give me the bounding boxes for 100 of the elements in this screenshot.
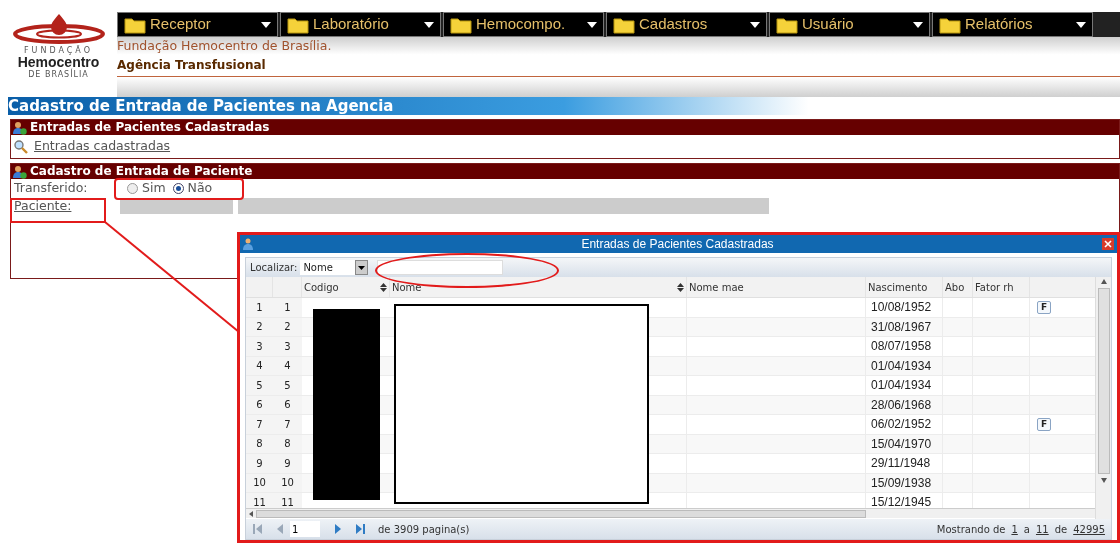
transferred-label: Transferido:	[14, 178, 89, 197]
table-cell-text: 8	[284, 437, 291, 452]
menu-item[interactable]: Usuário	[769, 12, 930, 37]
row-number: 7	[256, 417, 263, 432]
search-label: Localizar:	[250, 261, 298, 275]
panel-title: Entradas de Pacientes Cadastradas	[30, 120, 270, 135]
flag-badge[interactable]: F	[1037, 417, 1052, 431]
column-header[interactable]: Codigo	[304, 279, 380, 295]
next-page-icon[interactable]	[334, 524, 342, 534]
sort-icon	[677, 282, 684, 292]
column-header[interactable]: Fator rh	[975, 279, 1027, 295]
folder-icon	[124, 15, 146, 34]
row-number: 6	[256, 398, 263, 413]
up-arrow-icon	[1100, 279, 1107, 284]
caret-icon	[1076, 21, 1086, 28]
search-icon	[14, 139, 28, 154]
table-cell-text: 3	[284, 339, 291, 354]
menu-item[interactable]: Hemocompo.	[443, 12, 604, 37]
table-cell-text: 1	[284, 300, 291, 315]
table-cell-text: 9	[284, 456, 291, 471]
row-number: 9	[256, 456, 263, 471]
table-cell-text: 15/09/1938	[871, 474, 932, 492]
panel-title: Cadastro de Entrada de Paciente	[30, 164, 253, 179]
search-field[interactable]	[377, 260, 504, 275]
close-button[interactable]	[1102, 238, 1114, 250]
logo-tagline: FUNDAÇÃO	[24, 46, 93, 55]
column-header[interactable]: Nome	[392, 279, 677, 295]
search-by-select[interactable]: Nome	[300, 260, 369, 275]
record-count: de	[1054, 522, 1068, 537]
table-cell-text: 15/04/1970	[871, 435, 932, 453]
table-cell-text: 01/04/1934	[871, 377, 932, 395]
column-header[interactable]: Abo	[945, 279, 970, 295]
page-link[interactable]: 42995	[1073, 521, 1105, 537]
horizontal-scrollbar[interactable]	[246, 508, 1095, 518]
table-cell-text: 4	[284, 359, 291, 374]
folder-icon	[939, 15, 961, 34]
first-page-icon[interactable]	[252, 524, 262, 534]
table-cell-text: 29/11/1948	[871, 455, 931, 473]
page-field[interactable]: 1	[290, 521, 320, 537]
table-cell-text: 08/07/1958	[871, 338, 932, 356]
menu-item[interactable]: Laboratório	[280, 12, 441, 37]
registered-entries-link[interactable]: Entradas cadastradas	[34, 137, 171, 156]
radio-label: Sim	[142, 178, 166, 197]
page-title: Cadastro de Entrada de Pacientes na Agencia	[8, 97, 394, 115]
column-header[interactable]: Nascimento	[868, 279, 940, 295]
table-cell-text: 10/08/1952	[871, 299, 932, 317]
caret-icon	[261, 21, 271, 28]
unit-name: Agência Transfusional	[117, 57, 267, 74]
user-icon	[13, 164, 27, 179]
user-icon	[243, 238, 253, 250]
organization-name: Fundação Hemocentro de Brasília.	[117, 37, 333, 55]
page-link[interactable]: 11	[1035, 521, 1049, 537]
folder-icon	[613, 15, 635, 34]
caret-icon	[913, 21, 923, 28]
row-number: 5	[256, 378, 263, 393]
table-cell-text: 01/04/1934	[871, 357, 932, 375]
menu-item[interactable]: Receptor	[117, 12, 278, 37]
flag-badge[interactable]: F	[1037, 300, 1052, 314]
table-cell-text: 10	[281, 476, 294, 491]
menu-item[interactable]: Relatórios	[932, 12, 1093, 37]
patient-name-field[interactable]	[238, 198, 769, 214]
caret-icon	[358, 265, 366, 270]
menu-item[interactable]: Cadastros	[606, 12, 767, 37]
record-count: a	[1023, 522, 1030, 537]
table-cell-text: 11	[281, 495, 294, 508]
radio-button[interactable]	[127, 182, 138, 194]
row-number: 10	[253, 476, 266, 491]
page-link[interactable]: 1	[1011, 521, 1018, 537]
folder-icon	[287, 15, 309, 34]
last-page-icon[interactable]	[356, 524, 366, 534]
table-cell-text: 2	[284, 320, 291, 335]
caret-icon	[424, 21, 434, 28]
table-cell-text: 7	[284, 417, 291, 432]
table-cell-text: 15/12/1945	[871, 494, 932, 508]
row-number: 3	[256, 339, 263, 354]
table-cell-text: 5	[284, 378, 291, 393]
table-cell-text: 06/02/1952	[871, 416, 932, 434]
radio-button[interactable]	[172, 182, 184, 194]
radio-label: Não	[187, 178, 213, 197]
column-header[interactable]: Nome mae	[689, 279, 863, 295]
logo-tagline: DE BRASÍLIA	[28, 70, 89, 79]
folder-icon	[776, 15, 798, 34]
patient-link[interactable]: Paciente:	[14, 196, 120, 216]
previous-page-icon[interactable]	[276, 524, 284, 534]
record-count: Mostrando de	[936, 522, 1006, 537]
table-cell-text: 6	[284, 398, 291, 413]
row-number: 8	[256, 437, 263, 452]
dialog-title: Entradas de Pacientes Cadastradas	[580, 236, 775, 253]
left-arrow-icon	[248, 510, 254, 517]
row-number: 11	[253, 495, 266, 508]
row-number: 2	[256, 320, 263, 335]
row-number: 1	[256, 300, 263, 315]
sort-icon	[380, 282, 387, 292]
user-icon	[13, 120, 27, 135]
logo-name: Hemocentro	[17, 55, 100, 70]
table-cell-text: 31/08/1967	[871, 318, 932, 336]
caret-icon	[587, 21, 597, 28]
down-arrow-icon	[1100, 478, 1107, 483]
vertical-scrollbar[interactable]	[1095, 277, 1111, 519]
table-cell-text: 28/06/1968	[871, 396, 932, 414]
